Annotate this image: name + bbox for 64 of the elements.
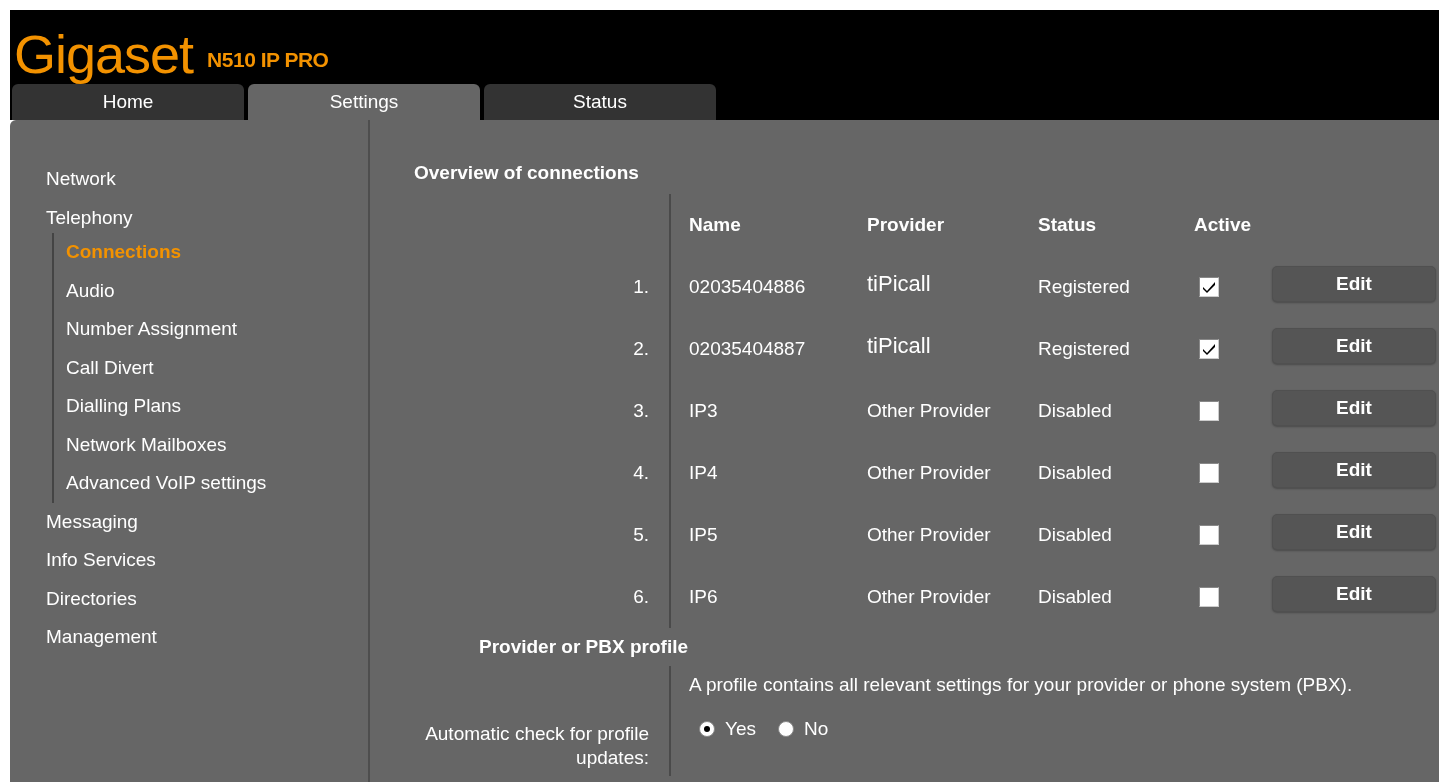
radio-option[interactable]: Yes <box>699 718 756 740</box>
table-cell-text: Registered <box>1038 337 1131 361</box>
row-number: 6. <box>633 586 649 608</box>
sidebar-item[interactable]: Audio <box>66 271 115 310</box>
edit-button[interactable]: Edit <box>1272 390 1436 426</box>
sidebar-item[interactable]: Directories <box>46 579 137 618</box>
sidebar-item[interactable]: Messaging <box>46 502 138 541</box>
edit-button[interactable]: Edit <box>1272 328 1436 364</box>
nav-tab[interactable]: Settings <box>248 84 480 120</box>
edit-button[interactable]: Edit <box>1272 576 1436 612</box>
active-checkbox[interactable] <box>1199 339 1219 359</box>
sidebar-item[interactable]: Number Assignment <box>66 310 238 349</box>
table-cell-text: Disabled <box>1038 461 1113 485</box>
column-header: Status <box>1038 213 1098 237</box>
table-cell: tiPicall <box>867 271 931 297</box>
row-number: 4. <box>633 462 649 484</box>
edit-button[interactable]: Edit <box>1272 514 1436 550</box>
table-cell: tiPicall <box>867 333 931 359</box>
sidebar-item[interactable]: Call Divert <box>66 348 154 387</box>
sidebar-item[interactable]: Dialling Plans <box>66 387 182 426</box>
table-cell-text: 02035404886 <box>688 275 807 299</box>
table-cell-text: Registered <box>1038 275 1131 299</box>
active-checkbox[interactable] <box>1199 401 1219 421</box>
table-cell-text: IP3 <box>688 399 719 423</box>
profile-description: A profile contains all relevant settings for your provider or phone system (PBX). <box>688 673 1354 696</box>
setting-label: Automatic check for profile updates: <box>424 722 649 770</box>
active-checkbox[interactable] <box>1199 587 1219 607</box>
table-cell-text: Disabled <box>1038 585 1113 609</box>
active-checkbox[interactable] <box>1199 525 1219 545</box>
edit-button[interactable]: Edit <box>1272 452 1436 488</box>
table-cell-text: Disabled <box>1038 399 1113 423</box>
section-title: Provider or PBX profile <box>478 635 688 659</box>
column-header: Active <box>1194 213 1253 237</box>
table-cell-text: IP6 <box>688 585 719 609</box>
active-checkbox[interactable] <box>1199 277 1219 297</box>
nav-tab[interactable]: Home <box>12 84 244 120</box>
column-header: Provider <box>867 213 946 237</box>
sidebar-item[interactable]: Network <box>46 160 116 199</box>
row-number: 5. <box>633 524 649 546</box>
sidebar-item[interactable]: Network Mailboxes <box>66 425 227 464</box>
row-number: 2. <box>633 338 649 360</box>
column-header: Name <box>688 213 742 237</box>
table-cell: Other Provider <box>867 462 991 484</box>
table-cell-text: Disabled <box>1038 523 1113 547</box>
model-name: N510 IP PRO <box>207 48 329 72</box>
radio-option[interactable]: No <box>778 718 829 740</box>
sidebar-item[interactable]: Management <box>46 618 157 657</box>
active-checkbox[interactable] <box>1199 463 1219 483</box>
row-number: 3. <box>633 400 649 422</box>
brand-logo: Gigaset <box>14 24 194 84</box>
table-cell-text: IP4 <box>688 461 719 485</box>
row-number: 1. <box>633 276 649 298</box>
table-cell: Other Provider <box>867 400 991 422</box>
table-cell: Other Provider <box>867 524 991 546</box>
table-cell-text: 02035404887 <box>688 337 807 361</box>
edit-button[interactable]: Edit <box>1272 266 1436 302</box>
nav-tab[interactable]: Status <box>484 84 716 120</box>
check-icon <box>1202 281 1216 293</box>
table-cell: Other Provider <box>867 586 991 608</box>
section-title: Overview of connections <box>413 162 640 184</box>
sidebar-item[interactable]: Advanced VoIP settings <box>66 464 267 503</box>
sidebar-item[interactable]: Info Services <box>46 541 156 580</box>
check-icon <box>1202 343 1216 355</box>
table-cell-text: IP5 <box>688 523 719 547</box>
